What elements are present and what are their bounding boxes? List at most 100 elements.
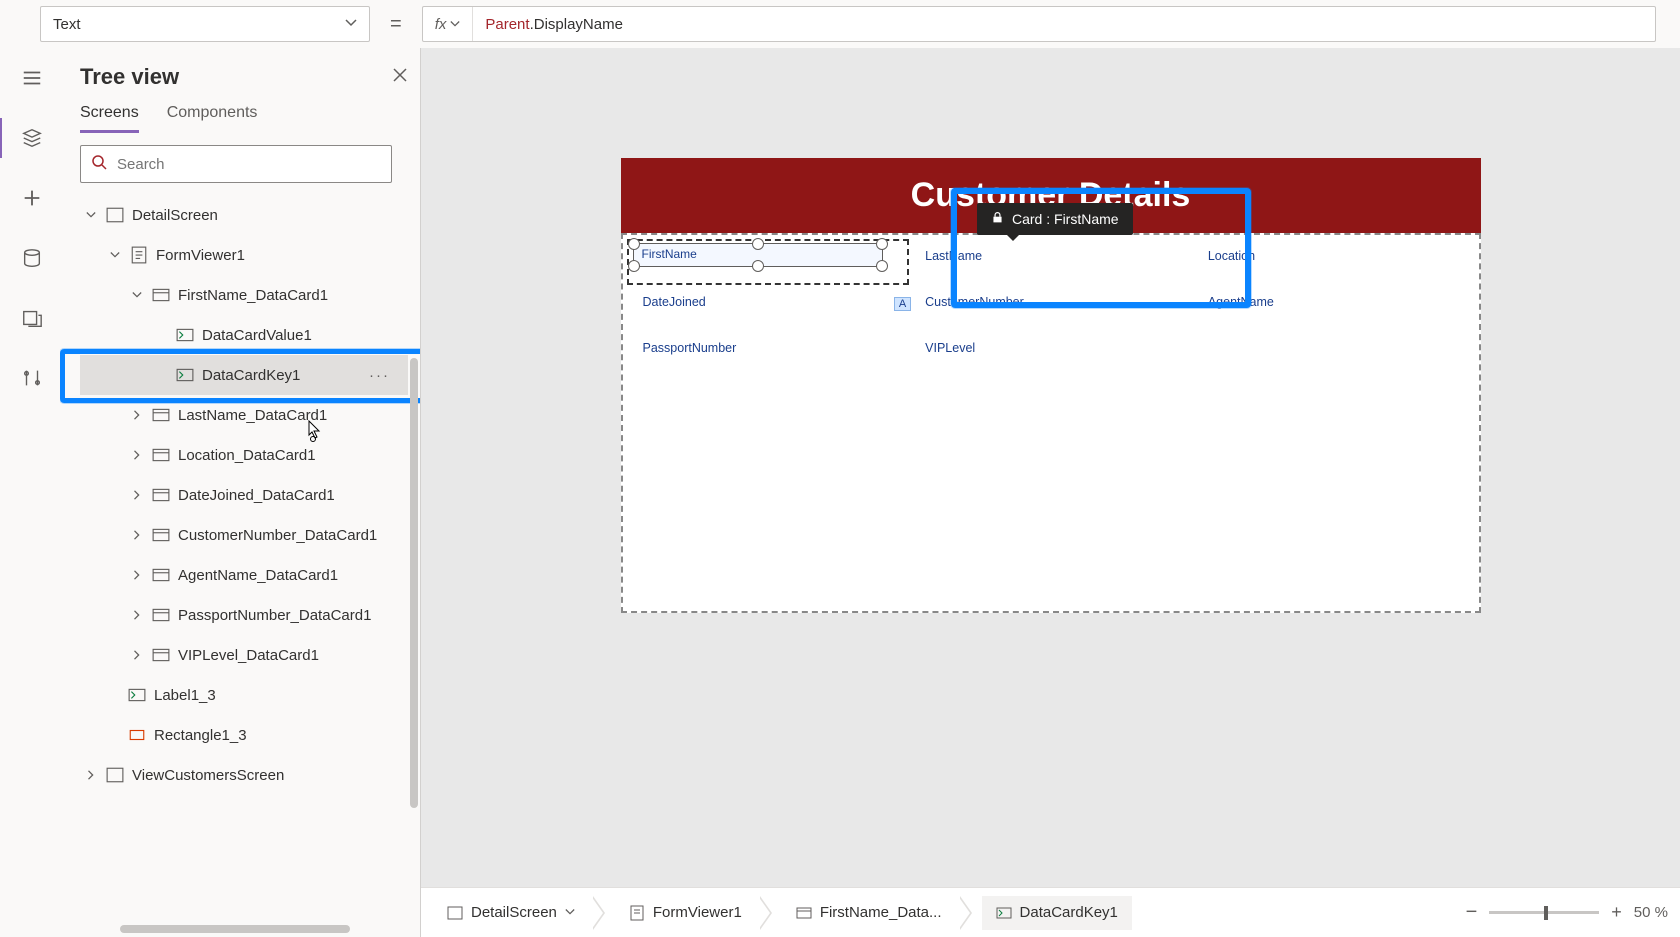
resize-handle[interactable]: [876, 238, 888, 250]
crumb-form[interactable]: FormViewer1: [615, 896, 756, 930]
tree-item-formviewer[interactable]: FormViewer1: [80, 235, 408, 275]
chevron-right-icon: [130, 570, 144, 580]
card-icon: [152, 606, 170, 624]
search-input[interactable]: [117, 156, 381, 173]
field-label: VIPLevel: [925, 341, 975, 355]
formula-bar-row: Text = fx Parent.DisplayName: [0, 0, 1680, 48]
tree-item-label: VIPLevel_DataCard1: [178, 647, 319, 664]
fx-icon[interactable]: fx: [423, 7, 474, 41]
tab-screens[interactable]: Screens: [80, 104, 139, 133]
form-viewer[interactable]: FirstName A LastName Location DateJoined…: [621, 233, 1481, 613]
tree-item-label: LastName_DataCard1: [178, 407, 327, 424]
property-selector[interactable]: Text: [40, 6, 370, 42]
resize-handle[interactable]: [628, 260, 640, 272]
crumb-card[interactable]: FirstName_Data...: [782, 896, 956, 930]
label-selection-box[interactable]: FirstName: [633, 243, 883, 267]
label-icon: [996, 905, 1012, 921]
tree-item-label: Rectangle1_3: [154, 727, 247, 744]
insert-icon[interactable]: [12, 184, 52, 212]
tree-item-datejoined-card[interactable]: DateJoined_DataCard1: [80, 475, 408, 515]
scrollbar-horizontal[interactable]: [120, 925, 350, 933]
crumb-screen[interactable]: DetailScreen: [433, 896, 589, 930]
more-icon[interactable]: ···: [369, 367, 390, 384]
media-icon[interactable]: [12, 304, 52, 332]
field-label: PassportNumber: [643, 341, 737, 355]
resize-handle[interactable]: [752, 260, 764, 272]
datacard-customernumber[interactable]: CustomerNumber: [909, 285, 1192, 331]
label-icon: [128, 686, 146, 704]
scrollbar-vertical[interactable]: [410, 358, 418, 808]
screen-icon: [106, 766, 124, 784]
tree-title: Tree view: [80, 64, 179, 90]
chevron-right-icon: [130, 650, 144, 660]
breadcrumb-separator: [593, 896, 611, 930]
tree-item-firstname-card[interactable]: FirstName_DataCard1: [80, 275, 408, 315]
lock-icon: [991, 211, 1004, 227]
chevron-right-icon: [84, 770, 98, 780]
field-label: CustomerNumber: [925, 295, 1024, 309]
datacard-lastname[interactable]: LastName: [909, 239, 1192, 285]
datacard-location[interactable]: Location: [1192, 239, 1475, 285]
datacard-viplevel[interactable]: VIPLevel: [909, 331, 1192, 377]
crumb-key[interactable]: DataCardKey1: [982, 896, 1132, 930]
tree-item-lastname-card[interactable]: LastName_DataCard1: [80, 395, 408, 435]
zoom-out-button[interactable]: −: [1466, 901, 1478, 924]
hamburger-icon[interactable]: [12, 64, 52, 92]
datacard-firstname[interactable]: FirstName A: [627, 239, 910, 285]
resize-handle[interactable]: [628, 238, 640, 250]
card-icon: [152, 286, 170, 304]
chevron-right-icon: [130, 530, 144, 540]
tree-panel: Tree view Screens Components DetailScree…: [60, 48, 420, 937]
tree-item-passport-card[interactable]: PassportNumber_DataCard1: [80, 595, 408, 635]
settings-icon[interactable]: [12, 364, 52, 392]
form-icon: [629, 905, 645, 921]
accessibility-badge: A: [894, 297, 911, 311]
zoom-thumb[interactable]: [1544, 906, 1548, 920]
search-icon: [91, 154, 107, 175]
label-icon: [176, 366, 194, 384]
tree-item-datacardvalue[interactable]: DataCardValue1: [80, 315, 408, 355]
datacard-passportnumber[interactable]: PassportNumber: [627, 331, 910, 377]
datacard-agentname[interactable]: AgentName: [1192, 285, 1475, 331]
chevron-down-icon: [130, 290, 144, 300]
close-icon[interactable]: [392, 67, 408, 88]
data-icon[interactable]: [12, 244, 52, 272]
formula-input-container[interactable]: fx Parent.DisplayName: [422, 6, 1656, 42]
rectangle-icon: [128, 726, 146, 744]
formula-text[interactable]: Parent.DisplayName: [473, 15, 635, 33]
tree-item-detailscreen[interactable]: DetailScreen: [80, 195, 408, 235]
canvas-inner[interactable]: Card : FirstName Customer Details: [421, 48, 1680, 887]
search-input-container[interactable]: [80, 145, 392, 183]
tree-item-customernumber-card[interactable]: CustomerNumber_DataCard1: [80, 515, 408, 555]
tree-view-icon[interactable]: [12, 124, 52, 152]
card-icon: [152, 406, 170, 424]
field-label: Location: [1208, 249, 1255, 263]
chevron-down-icon: [108, 250, 122, 260]
tree-item-label: DetailScreen: [132, 207, 218, 224]
zoom-in-button[interactable]: +: [1611, 902, 1622, 923]
zoom-slider[interactable]: [1489, 911, 1599, 914]
card-icon: [152, 646, 170, 664]
tree-item-rectangle[interactable]: Rectangle1_3: [80, 715, 408, 755]
tree-item-location-card[interactable]: Location_DataCard1: [80, 435, 408, 475]
tree-tabs: Screens Components: [80, 104, 408, 133]
tree-item-label1[interactable]: Label1_3: [80, 675, 408, 715]
tree-item-datacardkey[interactable]: DataCardKey1 ···: [80, 355, 408, 395]
breadcrumb-bar: DetailScreen FormViewer1 FirstName_Data.…: [421, 887, 1680, 937]
selection-tooltip: Card : FirstName: [977, 203, 1133, 235]
tree-item-label: ViewCustomersScreen: [132, 767, 284, 784]
datacard-datejoined[interactable]: DateJoined: [627, 285, 910, 331]
chevron-right-icon: [130, 410, 144, 420]
tab-components[interactable]: Components: [167, 104, 258, 133]
resize-handle[interactable]: [752, 238, 764, 250]
tree-item-viewcustomers[interactable]: ViewCustomersScreen: [80, 755, 408, 795]
tree-item-viplevel-card[interactable]: VIPLevel_DataCard1: [80, 635, 408, 675]
tree-item-agentname-card[interactable]: AgentName_DataCard1: [80, 555, 408, 595]
resize-handle[interactable]: [876, 260, 888, 272]
field-label: AgentName: [1208, 295, 1274, 309]
screen-icon: [106, 206, 124, 224]
formula-token-parent: Parent: [485, 16, 529, 33]
chevron-right-icon: [130, 490, 144, 500]
tree-item-label: FirstName_DataCard1: [178, 287, 328, 304]
field-label: DateJoined: [643, 295, 706, 309]
